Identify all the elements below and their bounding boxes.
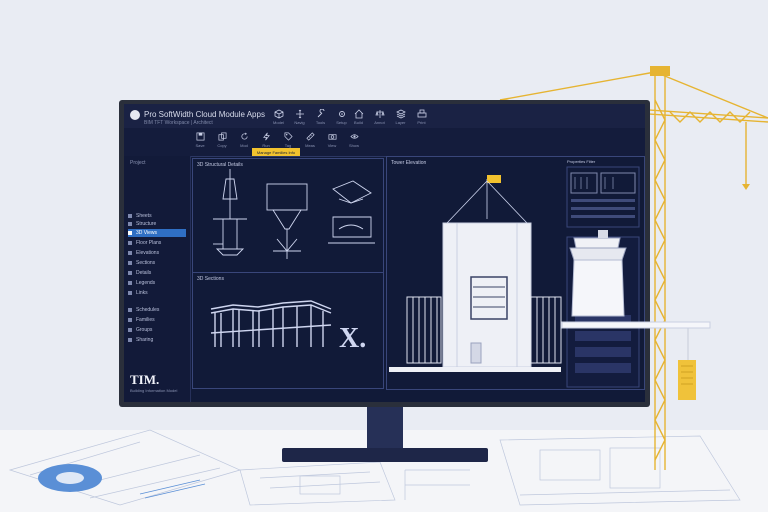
monitor-stand-neck (367, 407, 403, 449)
pan-icon (293, 107, 306, 120)
sidebar-item-links[interactable]: Links (128, 289, 186, 297)
ribbon-tool[interactable]: Show (346, 130, 362, 148)
tool-label: Tools (315, 120, 326, 125)
ribbon-tools: Save Copy Mod Run Tag Meas View Show (192, 130, 362, 148)
ribbon-tool[interactable]: Mod (236, 130, 252, 148)
house-icon (352, 107, 365, 120)
flag-icon (487, 175, 501, 183)
toolbar-tool[interactable]: Tools (314, 107, 327, 125)
sidebar-item-groups[interactable]: Groups (128, 326, 186, 334)
folder-icon (128, 271, 132, 275)
ribbon-tool[interactable]: View (324, 130, 340, 148)
tool-label: Layer (395, 120, 406, 125)
save-icon (194, 130, 207, 143)
folder-icon (128, 261, 132, 265)
rotate-icon (238, 130, 251, 143)
brand-subtitle: Building Information Model (130, 388, 178, 393)
tool-label: Mod (240, 143, 248, 148)
scale-icon (373, 107, 386, 120)
app-logo[interactable] (130, 110, 140, 120)
tool-label: Print (417, 120, 426, 125)
viewport-structural-details[interactable]: 3D Structural Details (192, 158, 384, 273)
sidebar-item-structure[interactable]: Structure (128, 220, 186, 228)
folder-icon (128, 214, 132, 218)
toolbar-tool[interactable]: Navig (293, 107, 306, 125)
tool-label: Save (195, 143, 205, 148)
app-subtitle: BIM TFT Workspace | Architect (144, 120, 213, 126)
ribbon-tool[interactable]: Meas (302, 130, 318, 148)
ribbon-tool[interactable]: Save (192, 130, 208, 148)
monitor-stand-base (282, 448, 488, 462)
gear-icon (335, 107, 348, 120)
copy-icon (216, 130, 229, 143)
folder-icon (128, 318, 132, 322)
sidebar-item-sharing[interactable]: Sharing (128, 336, 186, 344)
bolt-icon (260, 130, 273, 143)
manage-families-tab[interactable]: Manage Families Info (252, 148, 300, 156)
sidebar-item-3d-views[interactable]: 3D Views (128, 229, 186, 237)
toolbar-group-1: Model Navig Tools Setup (272, 107, 348, 125)
blueprint-sheet-left (8, 429, 242, 506)
ribbon-tool[interactable]: Run (258, 130, 274, 148)
tool-label: Show (348, 143, 359, 148)
wrench-icon (314, 107, 327, 120)
toolbar-tool[interactable]: Annot (373, 107, 386, 125)
sidebar-item-floor-plans[interactable]: Floor Plans (128, 239, 186, 247)
toolbar-tool[interactable]: Setup (335, 107, 348, 125)
tool-label: Navig (294, 120, 305, 125)
ribbon-tool[interactable]: Copy (214, 130, 230, 148)
camera-icon (326, 130, 339, 143)
tool-label: View (327, 143, 337, 148)
tool-label: Model (273, 120, 284, 125)
sidebar-item-sections[interactable]: Sections (128, 259, 186, 267)
brand-logo: TIM. (130, 372, 160, 387)
sidebar-item-schedules[interactable]: Schedules (128, 306, 186, 314)
folder-icon (128, 338, 132, 342)
ribbon-tool[interactable]: Tag (280, 130, 296, 148)
blueprint-sheet-mid (239, 461, 396, 506)
app-title: Pro SoftWidth Cloud Module Apps (144, 110, 265, 119)
ribbon: Save Copy Mod Run Tag Meas View Show (124, 128, 645, 157)
folder-icon (128, 231, 132, 235)
tool-label: Copy (217, 143, 227, 148)
toolbar-tool[interactable]: Layer (394, 107, 407, 125)
sidebar-item-details[interactable]: Details (128, 269, 186, 277)
title-bar: Pro SoftWidth Cloud Module Apps BIM TFT … (124, 104, 645, 128)
sidebar-item-elevations[interactable]: Elevations (128, 249, 186, 257)
layers-icon (394, 107, 407, 120)
toolbar-tool[interactable]: Model (272, 107, 285, 125)
folder-icon (128, 291, 132, 295)
structural-details-drawing (213, 169, 375, 259)
3d-model-tower (561, 230, 711, 329)
eye-icon (348, 130, 361, 143)
folder-icon (128, 222, 132, 226)
toolbar-tool[interactable]: Print (415, 107, 428, 125)
tool-label: Setup (336, 120, 347, 125)
properties-filter-tab[interactable]: Properties Filter (567, 159, 595, 164)
sidebar-item-legends[interactable]: Legends (128, 279, 186, 287)
folder-icon (128, 328, 132, 332)
tool-label: Meas (305, 143, 315, 148)
folder-icon (128, 308, 132, 312)
sidebar-item-families[interactable]: Families (128, 316, 186, 324)
project-browser-header: Project (130, 160, 146, 166)
project-browser: Project Sheets Structure 3D Views Floor … (124, 156, 191, 402)
tag-icon (282, 130, 295, 143)
toolbar-tool[interactable]: Build (352, 107, 365, 125)
cube-icon (272, 107, 285, 120)
folder-icon (128, 241, 132, 245)
print-icon (415, 107, 428, 120)
sections-drawing: X. (210, 300, 366, 354)
folder-icon (128, 251, 132, 255)
toolbar-group-2: Build Annot Layer Print (352, 107, 428, 125)
tool-label: Build (354, 120, 363, 125)
folder-icon (128, 281, 132, 285)
ruler-icon (304, 130, 317, 143)
viewport-sections[interactable]: 3D Sections X. (192, 272, 384, 389)
sidebar-item-sheets[interactable]: Sheets (128, 212, 186, 220)
tool-label: Annot (374, 120, 385, 125)
svg-text:X.: X. (339, 323, 366, 354)
